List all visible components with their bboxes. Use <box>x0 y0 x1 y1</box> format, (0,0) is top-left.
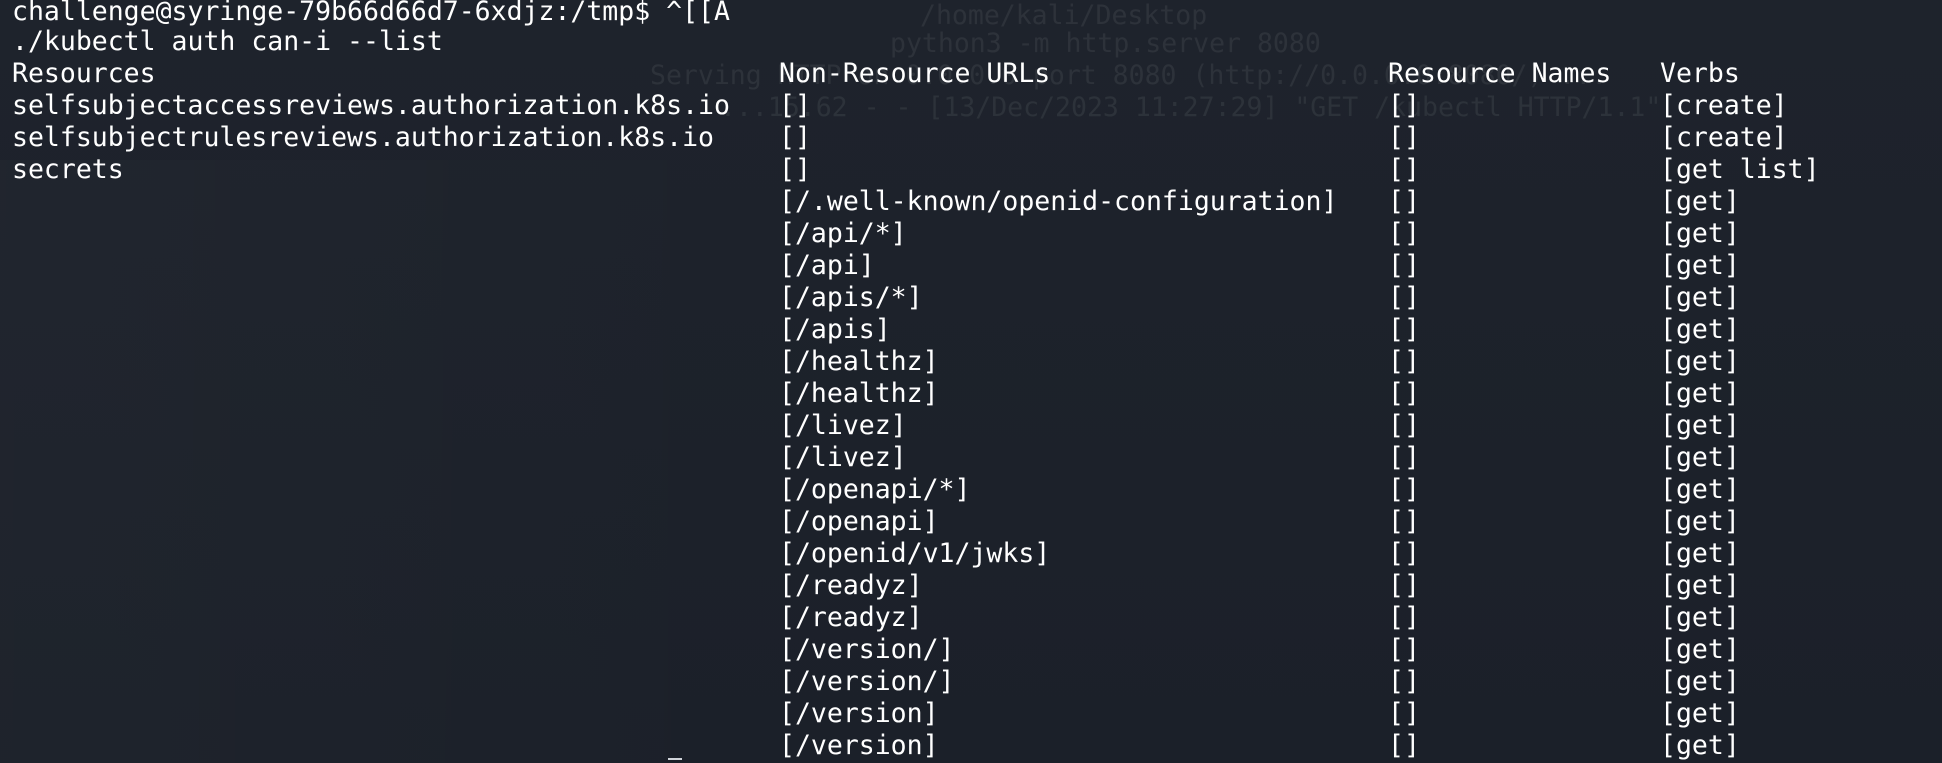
cell-verbs: [get] <box>1660 538 1740 569</box>
header-resource-names: Resource Names <box>1388 58 1612 89</box>
table-row: [/version/] [] [get] <box>0 666 1942 698</box>
cell-resource-names: [] <box>1388 218 1420 249</box>
header-verbs: Verbs <box>1660 58 1740 89</box>
table-row: [/healthz] [] [get] <box>0 378 1942 410</box>
table-row: [/openapi/*] [] [get] <box>0 474 1942 506</box>
cell-resource-names: [] <box>1388 90 1420 121</box>
ghost-line: /home/kali/Desktop <box>920 0 1208 31</box>
cell-verbs: [get] <box>1660 346 1740 377</box>
cell-non-resource-url: [/version/] <box>779 666 955 697</box>
cell-verbs: [get] <box>1660 602 1740 633</box>
table-row: [/healthz] [] [get] <box>0 346 1942 378</box>
cell-non-resource-url: [/.well-known/openid-configuration] <box>779 186 1338 217</box>
table-row: [/openapi] [] [get] <box>0 506 1942 538</box>
cell-non-resource-url: [/readyz] <box>779 570 923 601</box>
table-row: [/livez] [] [get] <box>0 442 1942 474</box>
cell-resource-names: [] <box>1388 506 1420 537</box>
cell-resource-names: [] <box>1388 282 1420 313</box>
text-cursor <box>668 758 682 760</box>
cell-resource-names: [] <box>1388 474 1420 505</box>
cell-non-resource-url: [] <box>779 90 811 121</box>
cell-non-resource-url: [/apis] <box>779 314 891 345</box>
cell-verbs: [get] <box>1660 442 1740 473</box>
cell-non-resource-url: [/openapi/*] <box>779 474 971 505</box>
header-resources: Resources <box>12 58 156 89</box>
cell-non-resource-url: [/version/] <box>779 634 955 665</box>
cell-verbs: [get] <box>1660 666 1740 697</box>
cell-resource-names: [] <box>1388 346 1420 377</box>
cell-non-resource-url: [/apis/*] <box>779 282 923 313</box>
cell-non-resource-url: [/livez] <box>779 442 907 473</box>
cell-resource-names: [] <box>1388 378 1420 409</box>
table-row: [/readyz] [] [get] <box>0 570 1942 602</box>
cell-verbs: [get] <box>1660 314 1740 345</box>
cell-verbs: [create] <box>1660 122 1788 153</box>
table-row: [/api/*] [] [get] <box>0 218 1942 250</box>
cell-non-resource-url: [/api] <box>779 250 875 281</box>
cell-resource-names: [] <box>1388 410 1420 441</box>
cell-resource-names: [] <box>1388 698 1420 729</box>
cell-non-resource-url: [/readyz] <box>779 602 923 633</box>
cell-resource-names: [] <box>1388 442 1420 473</box>
table-row: [/livez] [] [get] <box>0 410 1942 442</box>
table-row: [/apis/*] [] [get] <box>0 282 1942 314</box>
cell-non-resource-url: [/healthz] <box>779 346 939 377</box>
cell-verbs: [create] <box>1660 90 1788 121</box>
table-row: [/.well-known/openid-configuration] [] [ge… <box>0 186 1942 218</box>
cell-verbs: [get] <box>1660 506 1740 537</box>
cell-resource-names: [] <box>1388 602 1420 633</box>
cell-non-resource-url: [] <box>779 122 811 153</box>
cell-resource: secrets <box>12 154 124 185</box>
cell-resource-names: [] <box>1388 186 1420 217</box>
cell-verbs: [get] <box>1660 730 1740 761</box>
cell-verbs: [get] <box>1660 250 1740 281</box>
cell-resource-names: [] <box>1388 122 1420 153</box>
cell-non-resource-url: [/api/*] <box>779 218 907 249</box>
cell-resource: selfsubjectrulesreviews.authorization.k8… <box>12 122 714 153</box>
table-row: [/version] [] [get] <box>0 730 1942 762</box>
cell-verbs: [get] <box>1660 186 1740 217</box>
cell-resource-names: [] <box>1388 314 1420 345</box>
table-row: [/openid/v1/jwks] [] [get] <box>0 538 1942 570</box>
cell-verbs: [get] <box>1660 474 1740 505</box>
cell-resource-names: [] <box>1388 666 1420 697</box>
terminal-window[interactable]: /home/kali/Desktop python3 -m http.serve… <box>0 0 1942 763</box>
cell-verbs: [get] <box>1660 698 1740 729</box>
cell-resource-names: [] <box>1388 634 1420 665</box>
cell-verbs: [get] <box>1660 410 1740 441</box>
table-row: [/version] [] [get] <box>0 698 1942 730</box>
cell-resource-names: [] <box>1388 730 1420 761</box>
cell-non-resource-url: [/openid/v1/jwks] <box>779 538 1051 569</box>
cell-verbs: [get] <box>1660 570 1740 601</box>
table-row: [/api] [] [get] <box>0 250 1942 282</box>
cell-verbs: [get] <box>1660 378 1740 409</box>
cell-verbs: [get] <box>1660 282 1740 313</box>
cell-resource-names: [] <box>1388 154 1420 185</box>
cell-resource-names: [] <box>1388 250 1420 281</box>
cell-verbs: [get list] <box>1660 154 1820 185</box>
cell-resource-names: [] <box>1388 570 1420 601</box>
cell-verbs: [get] <box>1660 634 1740 665</box>
ghost-line: python3 -m http.server 8080 <box>890 28 1321 59</box>
cell-non-resource-url: [] <box>779 154 811 185</box>
table-row: selfsubjectrulesreviews.authorization.k8… <box>0 122 1942 154</box>
table-row: [/version/] [] [get] <box>0 634 1942 666</box>
table-row: secrets [] [] [get list] <box>0 154 1942 186</box>
shell-prompt: challenge@syringe-79b66d66d7-6xdjz:/tmp$… <box>12 0 730 27</box>
cell-non-resource-url: [/healthz] <box>779 378 939 409</box>
shell-command: ./kubectl auth can-i --list <box>12 26 443 57</box>
table-header-row: Resources Non-Resource URLs Resource Nam… <box>0 58 1942 90</box>
table-row: selfsubjectaccessreviews.authorization.k… <box>0 90 1942 122</box>
cell-resource-names: [] <box>1388 538 1420 569</box>
header-non-resource-urls: Non-Resource URLs <box>779 58 1051 89</box>
cell-non-resource-url: [/version] <box>779 730 939 761</box>
table-row: [/readyz] [] [get] <box>0 602 1942 634</box>
cell-verbs: [get] <box>1660 218 1740 249</box>
table-row: [/apis] [] [get] <box>0 314 1942 346</box>
cell-resource: selfsubjectaccessreviews.authorization.k… <box>12 90 730 121</box>
cell-non-resource-url: [/version] <box>779 698 939 729</box>
cell-non-resource-url: [/openapi] <box>779 506 939 537</box>
cell-non-resource-url: [/livez] <box>779 410 907 441</box>
